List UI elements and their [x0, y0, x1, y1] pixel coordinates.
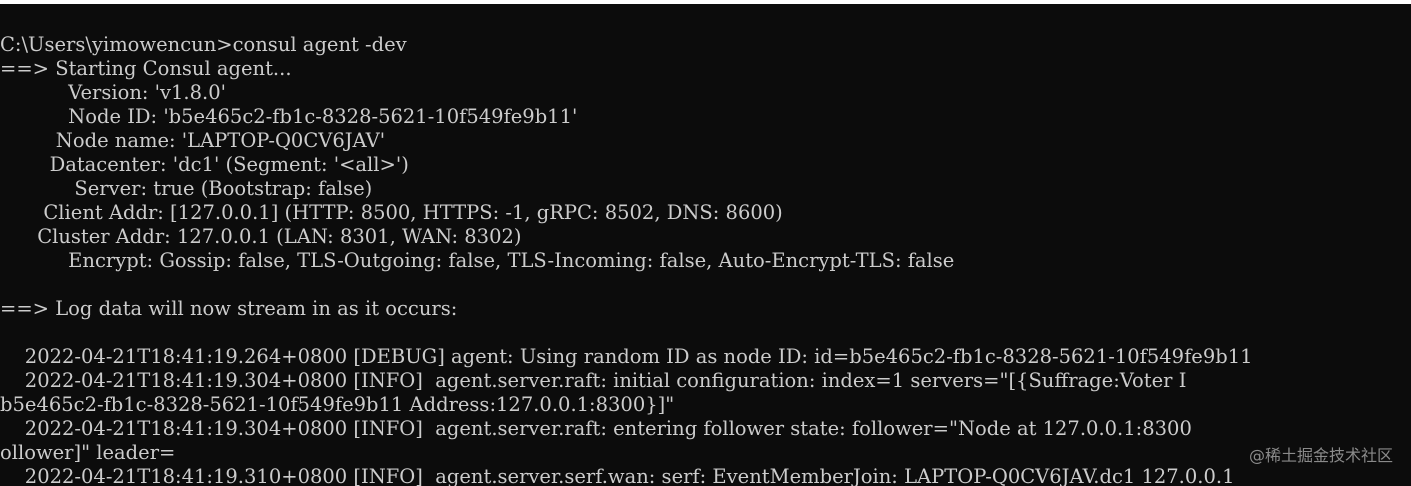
- terminal-line-command: C:\Users\yimowencun>consul agent -dev: [0, 33, 407, 56]
- watermark-text: @稀土掘金技术社区: [1248, 446, 1393, 465]
- terminal-line: Client Addr: [127.0.0.1] (HTTP: 8500, HT…: [0, 201, 783, 224]
- terminal-line: Server: true (Bootstrap: false): [0, 177, 373, 200]
- terminal-line: Node name: 'LAPTOP-Q0CV6JAV': [0, 129, 386, 152]
- log-line-wrapped: b5e465c2-fb1c-8328-5621-10f549fe9b11 Add…: [0, 393, 675, 416]
- terminal-output: C:\Users\yimowencun>consul agent -dev ==…: [0, 33, 1253, 486]
- terminal-line: ==> Log data will now stream in as it oc…: [0, 297, 458, 320]
- terminal-line: Encrypt: Gossip: false, TLS-Outgoing: fa…: [0, 249, 955, 272]
- terminal-line: Cluster Addr: 127.0.0.1 (LAN: 8301, WAN:…: [0, 225, 522, 248]
- terminal-line: Node ID: 'b5e465c2-fb1c-8328-5621-10f549…: [0, 105, 578, 128]
- terminal-line-blank: [0, 321, 1253, 345]
- terminal-window[interactable]: C:\Users\yimowencun>consul agent -dev ==…: [0, 4, 1411, 486]
- terminal-line: Datacenter: 'dc1' (Segment: '<all>'): [0, 153, 409, 176]
- log-line-wrapped: ollower]" leader=: [0, 441, 176, 464]
- terminal-line: Version: 'v1.8.0': [0, 81, 227, 104]
- log-line: 2022-04-21T18:41:19.264+0800 [DEBUG] age…: [0, 345, 1253, 368]
- log-line: 2022-04-21T18:41:19.304+0800 [INFO] agen…: [0, 369, 1187, 392]
- terminal-line-blank: [0, 273, 1253, 297]
- terminal-line: ==> Starting Consul agent...: [0, 57, 292, 80]
- log-line: 2022-04-21T18:41:19.304+0800 [INFO] agen…: [0, 417, 1192, 440]
- log-line: 2022-04-21T18:41:19.310+0800 [INFO] agen…: [0, 465, 1235, 486]
